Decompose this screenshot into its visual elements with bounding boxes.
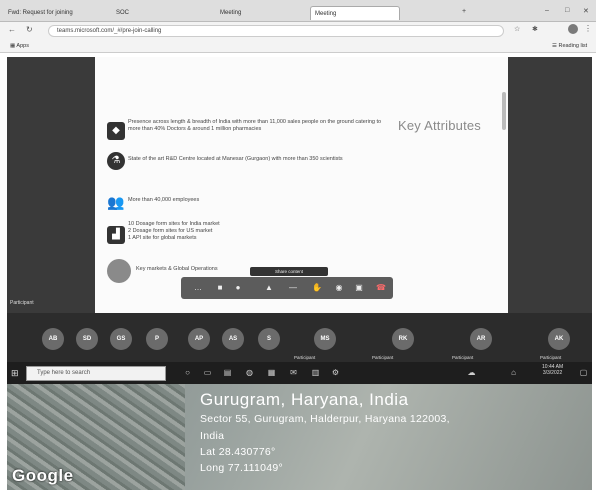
settings-icon[interactable]: ⚙ bbox=[330, 366, 341, 379]
participant-name: Participant bbox=[452, 355, 474, 360]
url-input[interactable]: teams.microsoft.com/_#/pre-join-calling bbox=[48, 25, 504, 37]
participant-avatar[interactable]: MS bbox=[314, 328, 336, 350]
close-window-icon[interactable]: ✕ bbox=[583, 7, 589, 15]
participants-icon[interactable]: ▣ bbox=[354, 283, 364, 293]
people-icon: 👥 bbox=[107, 194, 125, 210]
network-icon[interactable]: ⌂ bbox=[508, 366, 519, 379]
raise-hand-icon[interactable]: ✋ bbox=[312, 283, 322, 293]
taskbar-clock[interactable]: 10:44 AM 3/3/2022 bbox=[542, 364, 563, 376]
notifications-icon[interactable]: ▢ bbox=[578, 366, 589, 379]
maximize-icon[interactable]: □ bbox=[565, 7, 569, 14]
participant-name: Participant bbox=[294, 355, 316, 360]
browser-tab[interactable]: SOC bbox=[112, 6, 212, 20]
browser-tab[interactable]: Fwd: Request for joining bbox=[4, 6, 108, 20]
attribute-text: 10 Dosage form sites for India market 2 … bbox=[128, 221, 220, 241]
participant-avatar[interactable]: GS bbox=[110, 328, 132, 350]
factory-icon: ▟ bbox=[107, 226, 125, 244]
participant-avatar[interactable]: AK bbox=[548, 328, 570, 350]
teams-icon[interactable]: ▥ bbox=[310, 366, 321, 379]
slide-scrollbar[interactable] bbox=[502, 92, 506, 130]
profile-avatar[interactable] bbox=[568, 24, 578, 34]
attribute-text: State of the art R&D Centre located at M… bbox=[128, 156, 343, 162]
browser-tab[interactable] bbox=[404, 6, 454, 20]
chrome-icon[interactable]: ◍ bbox=[244, 366, 255, 379]
new-tab-icon[interactable]: + bbox=[462, 8, 466, 15]
browser-tab-active[interactable]: Meeting bbox=[310, 6, 400, 20]
location-title: Gurugram, Haryana, India bbox=[200, 390, 409, 409]
reactions-icon[interactable]: — bbox=[288, 283, 298, 293]
share-icon[interactable]: ▲ bbox=[264, 283, 274, 293]
participant-avatar[interactable]: S bbox=[258, 328, 280, 350]
mail-icon[interactable]: ✉ bbox=[288, 366, 299, 379]
participant-avatar[interactable]: AB bbox=[42, 328, 64, 350]
task-view-icon[interactable]: ▭ bbox=[202, 366, 213, 379]
video-tile-left bbox=[7, 57, 95, 313]
attribute-text: More than 40,000 employees bbox=[128, 197, 200, 203]
taskbar-date: 3/3/2022 bbox=[542, 370, 563, 376]
cortana-icon[interactable]: ○ bbox=[182, 366, 193, 379]
participant-name: Participant bbox=[540, 355, 562, 360]
taskbar-search-input[interactable]: Type here to search bbox=[26, 366, 166, 381]
video-tile-name: Participant bbox=[10, 300, 34, 306]
minimize-icon[interactable]: – bbox=[545, 7, 549, 14]
store-icon[interactable]: ▦ bbox=[266, 366, 277, 379]
more-options-icon[interactable]: … bbox=[193, 283, 203, 293]
video-tile-right bbox=[508, 57, 592, 313]
reload-icon[interactable]: ↻ bbox=[26, 25, 33, 34]
participant-avatar[interactable]: AP bbox=[188, 328, 210, 350]
control-tooltip: Share content bbox=[250, 267, 328, 276]
participant-avatar[interactable]: RK bbox=[392, 328, 414, 350]
menu-icon[interactable]: ⋮ bbox=[584, 24, 592, 33]
location-address: Sector 55, Gurugram, Halderpur, Haryana … bbox=[200, 413, 450, 425]
chat-icon[interactable]: ◉ bbox=[334, 283, 344, 293]
mic-icon[interactable]: ● bbox=[233, 283, 243, 293]
star-icon[interactable]: ☆ bbox=[514, 25, 520, 33]
avatar-icon bbox=[107, 259, 131, 283]
location-country: India bbox=[200, 430, 225, 442]
participant-avatar[interactable]: SD bbox=[76, 328, 98, 350]
browser-tab[interactable]: Meeting bbox=[216, 6, 306, 20]
hang-up-icon[interactable]: ☎ bbox=[376, 283, 386, 293]
weather-icon[interactable]: ☁ bbox=[466, 366, 477, 379]
location-longitude: Long 77.111049° bbox=[200, 462, 284, 474]
camera-icon[interactable]: ■ bbox=[215, 283, 225, 293]
back-icon[interactable]: ← bbox=[8, 25, 16, 34]
bookmarks-bar bbox=[0, 40, 596, 53]
location-latitude: Lat 28.430776° bbox=[200, 446, 276, 458]
windows-start-icon[interactable]: ⊞ bbox=[11, 368, 19, 379]
participant-avatar[interactable]: AS bbox=[222, 328, 244, 350]
slide-title: Key Attributes bbox=[398, 118, 482, 133]
participant-name: Participant bbox=[372, 355, 394, 360]
microscope-icon: ⚗ bbox=[107, 152, 125, 170]
google-logo: Google bbox=[12, 466, 74, 485]
file-explorer-icon[interactable]: ▤ bbox=[222, 366, 233, 379]
extensions-icon[interactable]: ✱ bbox=[532, 25, 538, 33]
india-map-icon: ◆ bbox=[107, 122, 125, 140]
reading-list[interactable]: ☰ Reading list bbox=[552, 40, 587, 53]
participant-avatar[interactable]: P bbox=[146, 328, 168, 350]
bookmark-apps[interactable]: ▦ Apps bbox=[10, 40, 29, 53]
participant-avatar[interactable]: AR bbox=[470, 328, 492, 350]
attribute-text: Presence across length & breadth of Indi… bbox=[128, 119, 382, 132]
